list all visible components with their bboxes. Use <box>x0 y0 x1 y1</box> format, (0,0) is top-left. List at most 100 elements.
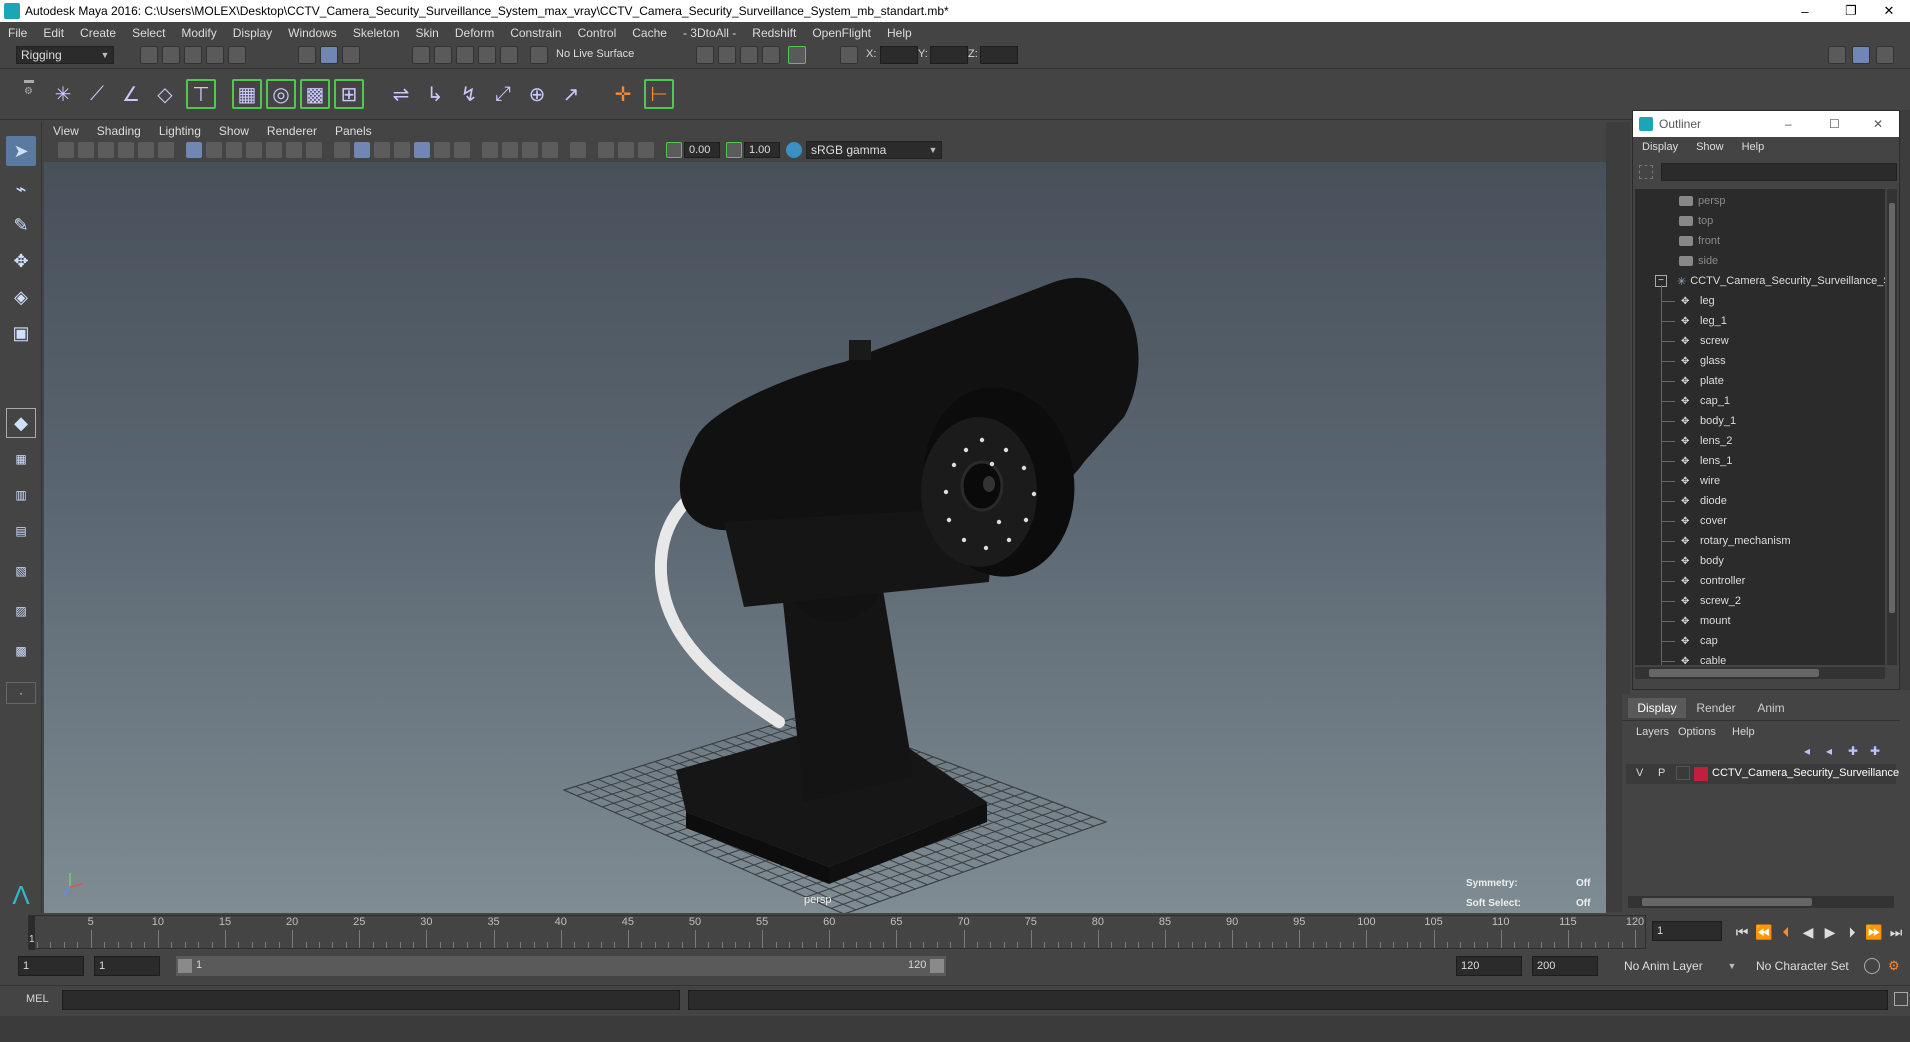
outliner-horizontal-scrollbar[interactable] <box>1635 667 1885 679</box>
gamma-field[interactable]: 1.00 <box>744 142 780 158</box>
outliner-item-leg-1[interactable]: ✥ leg_1 <box>1661 311 1727 331</box>
layer-row[interactable]: V P CCTV_Camera_Security_Surveillance <box>1626 764 1899 784</box>
layout-four-icon[interactable]: ▥ <box>6 484 36 506</box>
outliner-item-screw-2[interactable]: ✥ screw_2 <box>1661 591 1741 611</box>
outliner-item-cable[interactable]: ✥ cable <box>1661 651 1726 665</box>
menu-cache[interactable]: Cache <box>624 26 675 40</box>
select-by-object-icon[interactable] <box>320 46 338 64</box>
orient-constraint-icon[interactable]: ↯ <box>454 79 484 109</box>
outliner-minimize-icon[interactable]: – <box>1785 117 1792 131</box>
layout-hypershade-icon[interactable]: ▩ <box>6 640 36 662</box>
point-constraint-icon[interactable]: ↳ <box>420 79 450 109</box>
anim-layer-dropdown[interactable]: No Anim Layer ▼ <box>1620 956 1740 976</box>
outliner-item-group[interactable]: − ✳ CCTV_Camera_Security_Surveillance_S <box>1655 271 1885 291</box>
parent-constraint-icon[interactable]: ⇌ <box>386 79 416 109</box>
play-back-icon[interactable]: ◀ <box>1798 922 1818 942</box>
last-tool-icon[interactable]: ◆ <box>6 408 36 438</box>
auto-key-icon[interactable] <box>1864 958 1880 974</box>
ik-spline-icon[interactable]: ∠ <box>116 79 146 109</box>
xray-joints-icon[interactable] <box>638 142 654 158</box>
character-set-dropdown[interactable]: No Character Set <box>1752 956 1864 976</box>
bind-skin-icon[interactable]: ▦ <box>232 79 262 109</box>
wireframe-icon[interactable] <box>334 142 350 158</box>
save-scene-icon[interactable] <box>184 46 202 64</box>
viewport-menu-show[interactable]: Show <box>210 124 258 138</box>
aim-constraint-icon[interactable]: ⊕ <box>522 79 552 109</box>
move-tool-icon[interactable]: ✥ <box>6 246 36 276</box>
smooth-shade-icon[interactable] <box>354 142 370 158</box>
viewport-menu-view[interactable]: View <box>44 124 88 138</box>
outliner-item-top[interactable]: top <box>1679 211 1713 231</box>
render-settings-icon[interactable] <box>762 46 780 64</box>
snap-grid-icon[interactable] <box>412 46 430 64</box>
grease-pencil-icon[interactable] <box>158 142 174 158</box>
outliner-menu-display[interactable]: Display <box>1633 141 1687 153</box>
menu-skeleton[interactable]: Skeleton <box>345 26 408 40</box>
first-frame-icon[interactable]: ⏮ <box>1732 922 1752 942</box>
outliner-close-icon[interactable]: ✕ <box>1873 117 1883 131</box>
depth-of-field-icon[interactable] <box>542 142 558 158</box>
outliner-item-wire[interactable]: ✥ wire <box>1661 471 1720 491</box>
new-layer-icon[interactable]: ✚ <box>1848 744 1858 758</box>
redo-icon[interactable] <box>228 46 246 64</box>
outliner-filter-icon[interactable] <box>1639 165 1653 179</box>
outliner-item-body-1[interactable]: ✥ body_1 <box>1661 411 1736 431</box>
menu-create[interactable]: Create <box>72 26 124 40</box>
camera-attributes-icon[interactable] <box>78 142 94 158</box>
grid-icon[interactable] <box>186 142 202 158</box>
select-by-component-icon[interactable] <box>342 46 360 64</box>
outliner-item-leg[interactable]: ✥ leg <box>1661 291 1715 311</box>
layer-horizontal-scrollbar[interactable] <box>1628 896 1894 908</box>
outliner-item-lens-2[interactable]: ✥ lens_2 <box>1661 431 1732 451</box>
current-frame-field[interactable]: 1 <box>1652 921 1722 941</box>
exposure-icon[interactable] <box>666 142 682 158</box>
exposure-field[interactable]: 0.00 <box>684 142 720 158</box>
rigid-bind-icon[interactable]: ⊞ <box>334 79 364 109</box>
tab-render[interactable]: Render <box>1688 698 1744 718</box>
outliner-item-cover[interactable]: ✥ cover <box>1661 511 1727 531</box>
menu-constrain[interactable]: Constrain <box>502 26 569 40</box>
screen-space-ao-icon[interactable] <box>482 142 498 158</box>
new-scene-icon[interactable] <box>140 46 158 64</box>
menu-windows[interactable]: Windows <box>280 26 345 40</box>
scale-tool-icon[interactable]: ▣ <box>6 318 36 348</box>
layer-menu-layers[interactable]: Layers <box>1636 726 1669 738</box>
outliner-search-input[interactable] <box>1661 163 1897 181</box>
move-layer-up-icon[interactable]: ◂ <box>1804 744 1810 758</box>
mel-label[interactable]: MEL <box>26 993 49 1005</box>
xray-active-icon[interactable] <box>618 142 634 158</box>
select-by-hierarchy-icon[interactable] <box>298 46 316 64</box>
view-transform-dropdown[interactable]: sRGB gamma ▼ <box>806 141 942 159</box>
animation-end-field[interactable]: 200 <box>1532 956 1598 976</box>
field-chart-icon[interactable] <box>266 142 282 158</box>
outliner-menu-help[interactable]: Help <box>1733 141 1774 153</box>
layer-menu-help[interactable]: Help <box>1732 726 1755 738</box>
time-ruler[interactable]: 1 5 10 15 20 25 30 35 40 45 50 55 60 65 70 75 80 85 90 95 1… <box>28 915 1646 950</box>
wireframe-on-shaded-icon[interactable] <box>394 142 410 158</box>
menu-select[interactable]: Select <box>124 26 173 40</box>
shelf-options-icon[interactable]: ▬ ⚙ <box>24 75 34 115</box>
y-field[interactable] <box>930 46 968 64</box>
attribute-editor-tab-strip[interactable] <box>1900 110 1910 690</box>
outliner-item-plate[interactable]: ✥ plate <box>1661 371 1724 391</box>
snap-curve-icon[interactable] <box>434 46 452 64</box>
film-gate-icon[interactable] <box>206 142 222 158</box>
menu-skin[interactable]: Skin <box>408 26 447 40</box>
range-slider[interactable]: 1 120 <box>176 956 946 976</box>
viewport-menu-panels[interactable]: Panels <box>326 124 381 138</box>
move-layer-down-icon[interactable]: ◂ <box>1826 744 1832 758</box>
step-forward-icon[interactable]: ⏵ <box>1842 922 1862 942</box>
render-view-icon[interactable] <box>696 46 714 64</box>
menu-set-dropdown[interactable]: Rigging ▼ <box>16 46 114 64</box>
playback-end-field[interactable]: 120 <box>1456 956 1522 976</box>
menu-display[interactable]: Display <box>225 26 280 40</box>
layout-two-icon[interactable]: ▤ <box>6 520 36 542</box>
step-back-key-icon[interactable]: ⏪ <box>1754 922 1774 942</box>
close-button[interactable]: ✕ <box>1866 0 1910 22</box>
outliner-item-screw[interactable]: ✥ screw <box>1661 331 1729 351</box>
menu-deform[interactable]: Deform <box>447 26 502 40</box>
outliner-item-cap[interactable]: ✥ cap <box>1661 631 1718 651</box>
orient-joint-icon[interactable]: ⊤ <box>186 79 216 109</box>
xray-icon[interactable] <box>598 142 614 158</box>
menu-openflight[interactable]: OpenFlight <box>804 26 879 40</box>
